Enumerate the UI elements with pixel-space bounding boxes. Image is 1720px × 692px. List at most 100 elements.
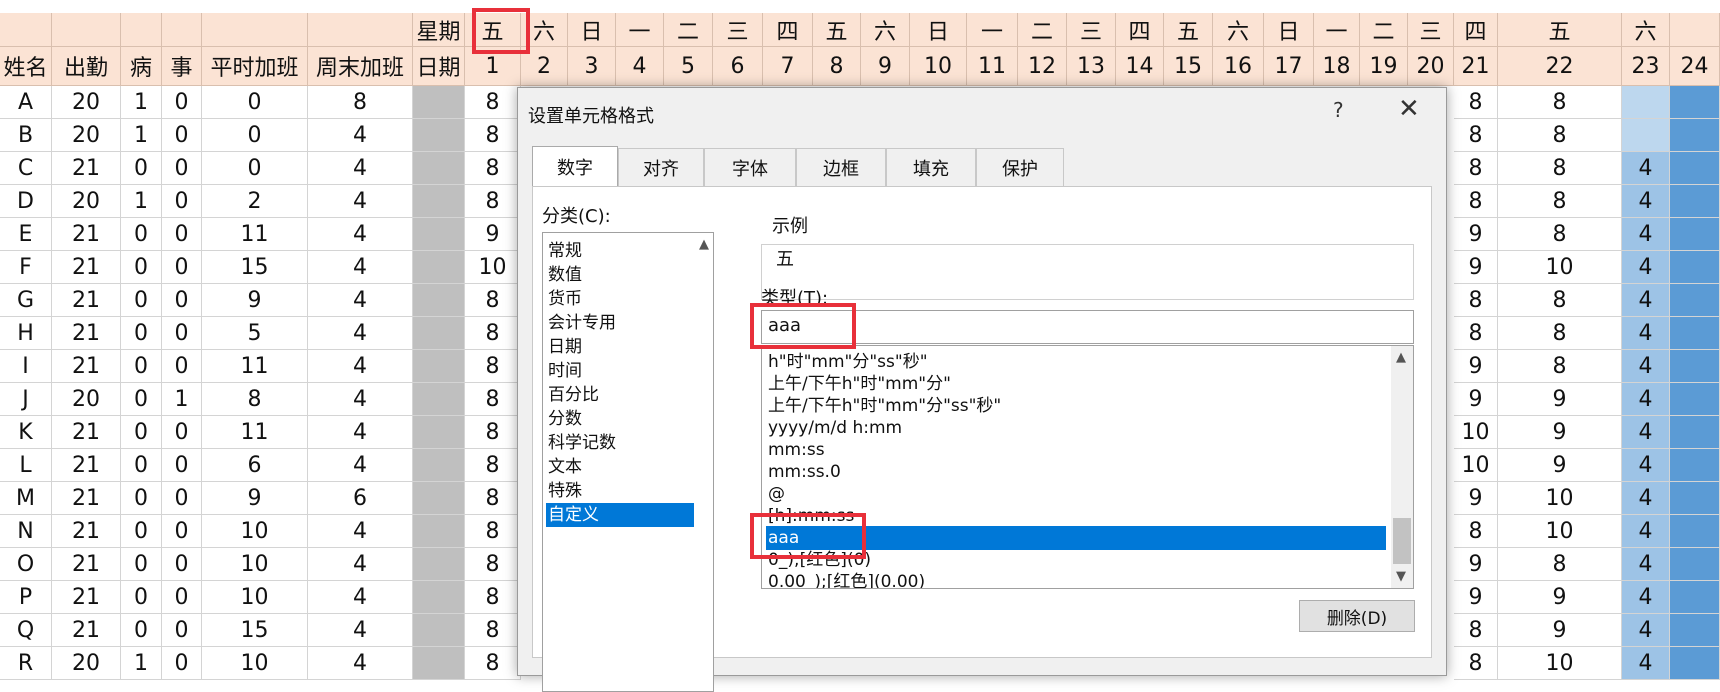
table-cell[interactable]: 8	[1454, 119, 1498, 152]
format-list[interactable]: h"时"mm"分"ss"秒" 上午/下午h"时"mm"分" 上午/下午h"时"mm"…	[761, 345, 1414, 589]
table-cell[interactable]: 9	[1454, 548, 1498, 581]
table-cell[interactable]: E	[0, 218, 52, 251]
table-cell[interactable]: 0	[202, 119, 308, 152]
table-cell[interactable]: 9	[1454, 350, 1498, 383]
table-cell[interactable]	[413, 284, 465, 317]
table-cell[interactable]: 4	[308, 416, 413, 449]
table-cell[interactable]	[1670, 251, 1720, 284]
weekday-cell[interactable]: 二	[664, 13, 713, 47]
table-cell[interactable]: 21	[52, 317, 121, 350]
weekday-cell[interactable]: 日	[1264, 13, 1314, 47]
table-cell[interactable]	[413, 416, 465, 449]
table-cell[interactable]: 8	[1498, 152, 1622, 185]
delete-button[interactable]: 删除(D)	[1299, 600, 1415, 632]
table-cell[interactable]: 0	[162, 416, 202, 449]
table-cell[interactable]	[1670, 647, 1720, 680]
date-cell[interactable]: 7	[763, 47, 813, 86]
table-cell[interactable]: 20	[52, 383, 121, 416]
table-cell[interactable]: 1	[121, 119, 162, 152]
table-cell[interactable]: J	[0, 383, 52, 416]
table-cell[interactable]	[1622, 119, 1670, 152]
table-cell[interactable]: 0	[121, 350, 162, 383]
table-cell[interactable]: 21	[52, 218, 121, 251]
table-cell[interactable]: 5	[202, 317, 308, 350]
table-cell[interactable]	[1670, 482, 1720, 515]
category-item[interactable]: 文本	[546, 455, 694, 479]
table-cell[interactable]: 4	[308, 350, 413, 383]
weekday-cell[interactable]: 一	[967, 13, 1018, 47]
table-cell[interactable]: 8	[1498, 185, 1622, 218]
table-cell[interactable]: 4	[1622, 350, 1670, 383]
table-cell[interactable]: 0	[121, 416, 162, 449]
table-cell[interactable]: 0	[162, 284, 202, 317]
table-cell[interactable]: 8	[465, 416, 521, 449]
table-cell[interactable]: 8	[202, 383, 308, 416]
table-cell[interactable]	[413, 152, 465, 185]
table-cell[interactable]: 8	[1498, 548, 1622, 581]
table-cell[interactable]: 0	[121, 449, 162, 482]
table-cell[interactable]: 4	[308, 119, 413, 152]
table-cell[interactable]: 15	[202, 251, 308, 284]
table-cell[interactable]: 0	[121, 218, 162, 251]
format-item[interactable]: 上午/下午h"时"mm"分"	[766, 372, 1386, 396]
table-cell[interactable]	[413, 218, 465, 251]
table-cell[interactable]: 0	[121, 581, 162, 614]
table-cell[interactable]: 8	[465, 515, 521, 548]
table-cell[interactable]: 8	[465, 317, 521, 350]
table-cell[interactable]: A	[0, 86, 52, 119]
format-item[interactable]: yyyy/m/d h:mm	[766, 416, 1386, 440]
weekday-cell[interactable]: 四	[1454, 13, 1498, 47]
table-cell[interactable]: D	[0, 185, 52, 218]
table-cell[interactable]: 8	[1454, 647, 1498, 680]
table-cell[interactable]: 10	[1454, 449, 1498, 482]
tab-alignment[interactable]: 对齐	[618, 148, 704, 186]
table-cell[interactable]: 10	[202, 548, 308, 581]
weekday-cell[interactable]: 三	[1408, 13, 1454, 47]
table-cell[interactable]: 21	[52, 482, 121, 515]
date-cell[interactable]: 20	[1408, 47, 1454, 86]
table-cell[interactable]	[1670, 416, 1720, 449]
weekday-cell[interactable]: 五	[813, 13, 861, 47]
table-cell[interactable]: 0	[121, 152, 162, 185]
date-cell[interactable]: 17	[1264, 47, 1314, 86]
table-cell[interactable]: 21	[52, 284, 121, 317]
table-cell[interactable]: 4	[308, 284, 413, 317]
table-cell[interactable]: 9	[1454, 251, 1498, 284]
table-cell[interactable]: 9	[1454, 218, 1498, 251]
table-cell[interactable]: 15	[202, 614, 308, 647]
table-cell[interactable]: B	[0, 119, 52, 152]
table-cell[interactable]	[1670, 86, 1720, 119]
table-cell[interactable]: 8	[1498, 350, 1622, 383]
table-cell[interactable]: 0	[121, 284, 162, 317]
date-cell[interactable]: 11	[967, 47, 1018, 86]
table-cell[interactable]: 9	[1454, 383, 1498, 416]
table-cell[interactable]: 4	[1622, 317, 1670, 350]
category-item[interactable]: 分数	[546, 407, 694, 431]
table-cell[interactable]: 0	[162, 449, 202, 482]
weekday-cell[interactable]: 三	[1067, 13, 1116, 47]
table-cell[interactable]: 8	[1498, 218, 1622, 251]
table-cell[interactable]: 4	[308, 152, 413, 185]
table-cell[interactable]	[413, 647, 465, 680]
table-cell[interactable]: 9	[1454, 482, 1498, 515]
weekday-cell[interactable]	[1670, 13, 1720, 47]
scroll-up-icon[interactable]: ▲	[699, 237, 709, 252]
weekday-cell[interactable]: 五	[1498, 13, 1622, 47]
table-cell[interactable]: 10	[1498, 251, 1622, 284]
weekday-cell[interactable]: 二	[1018, 13, 1067, 47]
table-cell[interactable]: 9	[202, 284, 308, 317]
table-cell[interactable]: 8	[465, 482, 521, 515]
table-cell[interactable]	[413, 86, 465, 119]
table-cell[interactable]: H	[0, 317, 52, 350]
table-cell[interactable]: 0	[162, 482, 202, 515]
table-cell[interactable]: 0	[162, 581, 202, 614]
tab-font[interactable]: 字体	[704, 148, 796, 186]
table-cell[interactable]: 4	[1622, 647, 1670, 680]
table-cell[interactable]: K	[0, 416, 52, 449]
table-cell[interactable]	[1670, 614, 1720, 647]
table-cell[interactable]	[1670, 350, 1720, 383]
table-cell[interactable]	[413, 515, 465, 548]
table-cell[interactable]: 21	[52, 152, 121, 185]
table-cell[interactable]: 4	[308, 218, 413, 251]
table-cell[interactable]: 4	[308, 383, 413, 416]
